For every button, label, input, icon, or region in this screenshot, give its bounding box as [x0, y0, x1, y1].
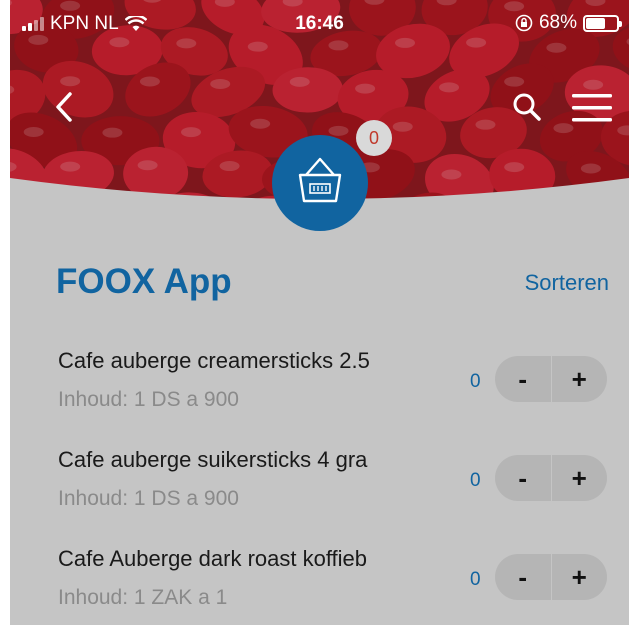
product-content: Inhoud: 1 DS a 900 [58, 388, 239, 411]
back-button[interactable] [50, 90, 80, 124]
decrement-button[interactable]: - [495, 356, 551, 402]
app-screen: KPN NL 16:46 68% 0 FOOX App Sorteren Caf… [10, 0, 629, 625]
increment-button[interactable]: + [552, 554, 608, 600]
chevron-left-icon [56, 92, 72, 122]
search-button[interactable] [510, 90, 544, 124]
page-title: FOOX App [56, 262, 232, 301]
status-bar: KPN NL 16:46 68% [10, 0, 629, 44]
product-content: Inhoud: 1 DS a 900 [58, 487, 239, 510]
quantity-stepper: - + [495, 356, 607, 402]
product-row: Cafe auberge creamersticks 2.5 Inhoud: 1… [10, 340, 629, 439]
basket-button[interactable] [272, 135, 368, 231]
sort-button[interactable]: Sorteren [525, 270, 609, 296]
battery-status: 68% [515, 12, 622, 34]
orientation-lock-icon [515, 14, 533, 32]
shopping-basket-icon [298, 157, 342, 203]
quantity-stepper: - + [495, 455, 607, 501]
battery-percent: 68% [538, 12, 577, 33]
increment-button[interactable]: + [552, 356, 608, 402]
product-quantity: 0 [470, 371, 481, 392]
decrement-button[interactable]: - [495, 554, 551, 600]
quantity-stepper: - + [495, 554, 607, 600]
battery-icon [583, 14, 622, 32]
product-content: Inhoud: 1 ZAK a 1 [58, 586, 228, 609]
product-row: Cafe auberge suikersticks 4 gra Inhoud: … [10, 439, 629, 538]
hamburger-menu-icon [572, 94, 612, 122]
product-name[interactable]: Cafe auberge creamersticks 2.5 [58, 348, 370, 374]
product-list: Cafe auberge creamersticks 2.5 Inhoud: 1… [10, 340, 629, 625]
product-row: Cafe Auberge dark roast koffieb Inhoud: … [10, 538, 629, 625]
product-name[interactable]: Cafe auberge suikersticks 4 gra [58, 447, 367, 473]
product-quantity: 0 [470, 470, 481, 491]
basket-count-badge: 0 [356, 120, 392, 156]
increment-button[interactable]: + [552, 455, 608, 501]
search-icon [513, 93, 541, 121]
product-quantity: 0 [470, 569, 481, 590]
decrement-button[interactable]: - [495, 455, 551, 501]
product-name[interactable]: Cafe Auberge dark roast koffieb [58, 546, 367, 572]
menu-button[interactable] [570, 92, 614, 124]
